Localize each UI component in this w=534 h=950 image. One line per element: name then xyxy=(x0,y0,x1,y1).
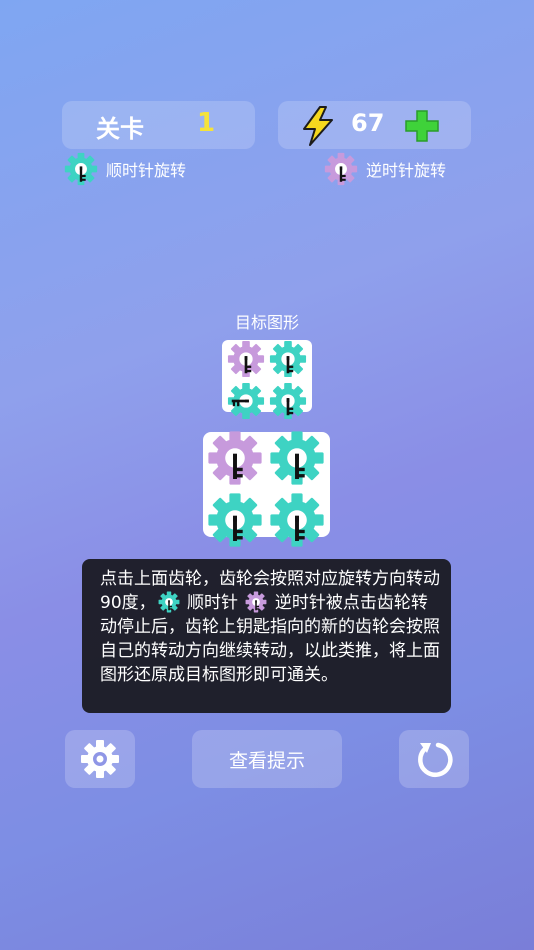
legend-counterclockwise-label: 逆时针旋转 xyxy=(366,161,447,180)
help-cw-label: 顺时针 xyxy=(187,593,239,613)
target-gear-1 xyxy=(227,340,265,378)
energy-panel: 67 xyxy=(278,101,471,149)
level-panel: 关卡 1 xyxy=(62,101,255,149)
target-board xyxy=(222,340,312,420)
gear-icon xyxy=(81,740,119,778)
clockwise-gear-icon xyxy=(64,152,98,186)
board-gear-1[interactable] xyxy=(207,430,263,486)
view-hint-button[interactable]: 查看提示 xyxy=(192,730,342,788)
restart-icon xyxy=(418,742,453,777)
target-gear-4 xyxy=(269,382,307,420)
board-gear-3[interactable] xyxy=(207,492,263,548)
legend-clockwise-label: 顺时针旋转 xyxy=(106,161,187,180)
lightning-icon xyxy=(303,106,333,146)
clockwise-gear-icon xyxy=(158,591,180,613)
counterclockwise-gear-icon xyxy=(246,591,267,613)
view-hint-label: 查看提示 xyxy=(228,750,305,772)
help-tooltip: 点击上面齿轮，齿轮会按照对应旋转方向转动90度， 顺时针 逆时针被点击齿轮转动停… xyxy=(82,559,451,713)
settings-button[interactable] xyxy=(65,730,135,788)
legend-counterclockwise: 逆时针旋转 xyxy=(324,152,447,186)
board-gear-2[interactable] xyxy=(269,430,325,486)
plus-icon[interactable] xyxy=(404,109,440,143)
counterclockwise-gear-icon xyxy=(324,152,358,186)
help-ccw-label: 逆时针 xyxy=(274,593,326,613)
level-number: 1 xyxy=(197,108,216,138)
target-title: 目标图形 xyxy=(234,313,299,332)
restart-button[interactable] xyxy=(399,730,469,788)
puzzle-board[interactable] xyxy=(203,430,330,547)
target-gear-2 xyxy=(269,340,307,378)
legend-clockwise: 顺时针旋转 xyxy=(64,152,187,186)
board-gear-4[interactable] xyxy=(269,492,325,548)
target-gear-3 xyxy=(227,382,265,420)
level-label: 关卡 xyxy=(96,115,144,143)
energy-count: 67 xyxy=(351,109,385,137)
